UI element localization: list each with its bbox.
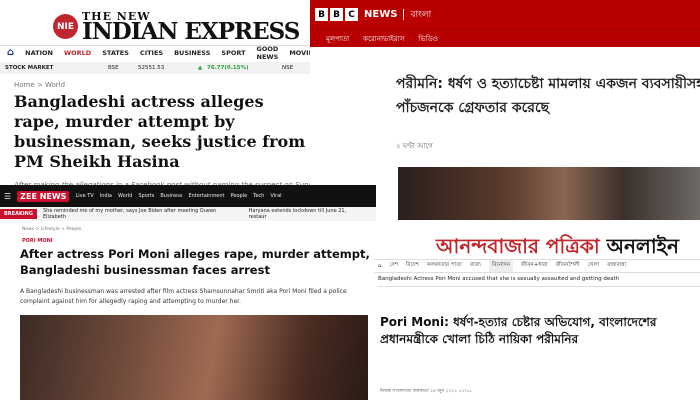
abp-nav-bidesh[interactable]: বিদেশ [406,262,419,270]
breaking-item[interactable]: Haryana extends lockdown till June 21, r… [249,208,362,220]
bbc-headline[interactable]: পরীমনি: ধর্ষণ ও হত্যাচেষ্টা মামলায় একজন… [396,72,700,120]
nie-logo-mark[interactable]: NIE [53,14,78,39]
abp-nav-kolkata[interactable]: কলকাতার পাতা [427,262,462,270]
zee-logo[interactable]: ZEE NEWS [17,190,70,202]
home-icon[interactable]: ⌂ [378,263,382,269]
zee-header: ☰ ZEE NEWS Live TV India World Sports Bu… [0,185,376,207]
bbc-logo[interactable]: BBC [315,8,358,21]
nie-nav-good-news[interactable]: GOOD NEWS [257,45,279,61]
zee-nav-india[interactable]: India [100,193,112,199]
zee-headline[interactable]: After actress Pori Moni alleges rape, mu… [20,246,370,278]
bbc-news-label[interactable]: NEWS [364,9,397,20]
nie-nav-movies[interactable]: MOVIES [289,49,312,57]
home-icon[interactable]: ⌂ [7,47,14,58]
breadcrumb[interactable]: Home > World [14,81,65,89]
zee-nav-live-tv[interactable]: Live TV [75,193,93,199]
divider [403,9,405,20]
bbc-nav-coronavirus[interactable]: করোনাভাইরাস [363,33,404,45]
abp-nav: ⌂ দেশ বিদেশ কলকাতার পাতা রাজ্য বিনোদন জী… [374,259,700,273]
zee-article-image [20,315,368,400]
abp-nav-khela[interactable]: খেলা [588,262,600,270]
bbc-nav: মূলপাতা করোনাভাইরাস ভিডিও [310,29,700,47]
bbc-article-image [398,167,700,220]
bbc-nav-video[interactable]: ভিডিও [418,33,438,45]
nie-header: NIE THE NEW INDIAN EXPRESS [0,0,312,45]
breaking-item[interactable]: She reminded me of my mother, says Joe B… [43,208,235,220]
ticker-value: 52551.53 [138,65,165,71]
zee-nav-business[interactable]: Business [160,193,182,199]
zee-summary: A Bangladeshi businessman was arrested a… [20,288,347,305]
zee-nav-viral[interactable]: Viral [270,193,281,199]
breadcrumb[interactable]: News > Lifestyle > People [22,227,81,232]
nie-headline[interactable]: Bangladeshi actress alleges rape, murder… [14,92,312,172]
zee-article-panel: ☰ ZEE NEWS Live TV India World Sports Bu… [0,185,376,400]
nie-nav: ⌂ NATION WORLD STATES CITIES BUSINESS SP… [0,45,312,61]
abp-nav-jibandhara[interactable]: জীবন+ধারা [521,262,548,270]
abp-logo-red: আনন্দবাজার পত্রিকা [436,234,600,258]
abp-nav-rajya[interactable]: রাজ্য [470,262,481,270]
bbc-language[interactable]: বাংলা [410,7,431,22]
abp-byline: নিজস্ব সংবাদদাতা কলকাতা ১৪ জুন ২০২১ ১৩:১… [380,389,472,394]
zee-nav-entertainment[interactable]: Entertainment [188,193,224,199]
bbc-header: BBC NEWS বাংলা [310,0,700,29]
abp-headline[interactable]: Pori Moni: ধর্ষণ-হত্যার চেষ্টার অভিযোগ, … [380,314,698,348]
nie-nav-business[interactable]: BUSINESS [174,49,210,57]
zee-nav-world[interactable]: World [118,193,132,199]
nie-article-panel: NIE THE NEW INDIAN EXPRESS ⌂ NATION WORL… [0,0,312,195]
nie-nav-world[interactable]: WORLD [64,49,91,57]
nie-stock-ticker: STOCK MARKET BSE 52551.53 ▲ 76.77(0.15%)… [0,62,312,74]
nie-nav-cities[interactable]: CITIES [140,49,163,57]
nie-brand[interactable]: INDIAN EXPRESS [82,18,300,45]
zee-nav-people[interactable]: People [231,193,248,199]
ticker-label: STOCK MARKET [5,65,54,71]
zee-breaking-bar: BREAKING She reminded me of my mother, s… [0,207,376,221]
abp-logo-online: অনলাইন [606,234,679,258]
abp-nav-jibanshoili[interactable]: জীবনশৈলী [556,262,580,270]
nie-nav-sport[interactable]: SPORT [221,49,245,57]
nie-nav-states[interactable]: STATES [102,49,129,57]
bbc-timestamp: ২ ঘণ্টা আগে [396,142,433,150]
abp-article-panel: আনন্দবাজার পত্রিকা অনলাইন ⌂ দেশ বিদেশ কল… [374,226,700,400]
zee-section-tag[interactable]: PORI MONI [22,238,53,244]
abp-nav-ranna[interactable]: রান্নাবান্না [607,262,626,270]
bbc-nav-home[interactable]: মূলপাতা [326,33,349,45]
up-arrow-icon: ▲ [198,65,203,71]
ticker-exchange-2: NSE [282,65,294,71]
abp-ticker[interactable]: Bangladeshi Actress Pori Moni accused th… [378,276,700,287]
zee-nav-tech[interactable]: Tech [253,193,264,199]
abp-headline-en: Pori Moni: [380,315,449,329]
nie-nav-nation[interactable]: NATION [25,49,53,57]
menu-icon[interactable]: ☰ [4,192,11,201]
zee-nav-sports[interactable]: Sports [138,193,154,199]
breaking-label: BREAKING [0,209,37,219]
abp-nav-desh[interactable]: দেশ [390,262,398,270]
abp-nav-binodan[interactable]: বিনোদন [488,260,513,272]
ticker-change: 76.77(0.15%) [207,65,249,71]
ticker-exchange: BSE [108,65,119,71]
